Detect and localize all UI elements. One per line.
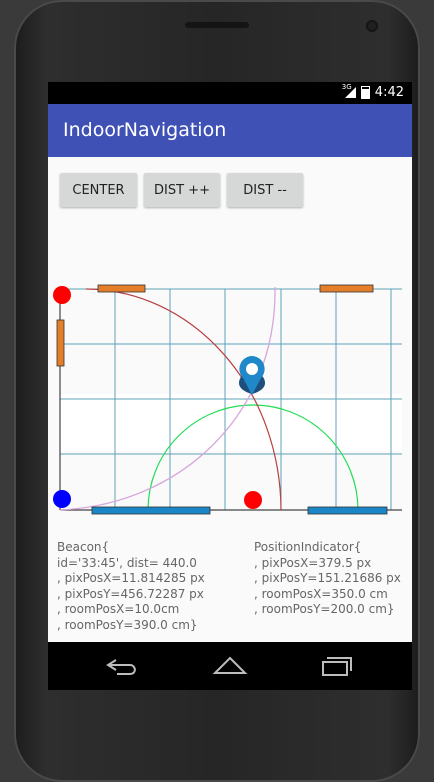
beacon-info: Beacon{ id='33:45', dist= 440.0 , pixPos… bbox=[57, 540, 205, 633]
signal-icon: 3G bbox=[342, 83, 356, 98]
recents-icon[interactable] bbox=[316, 654, 356, 678]
app-title: IndoorNavigation bbox=[63, 119, 227, 141]
dist-plus-button[interactable]: DIST ++ bbox=[144, 173, 220, 207]
beacon-info-line: , pixPosY=456.72287 px bbox=[57, 586, 204, 601]
position-info-line: PositionIndicator{ bbox=[254, 540, 362, 554]
navigation-bar bbox=[48, 642, 412, 690]
earpiece-speaker bbox=[185, 22, 249, 28]
dist-minus-button[interactable]: DIST -- bbox=[227, 173, 303, 207]
wall-segment-left bbox=[56, 319, 65, 367]
wall-segment-top-left bbox=[97, 284, 146, 293]
room-map[interactable] bbox=[48, 277, 412, 522]
position-info-line: , roomPosX=350.0 cm bbox=[254, 586, 388, 601]
back-icon[interactable] bbox=[103, 654, 143, 678]
beacon-top-left[interactable] bbox=[53, 286, 71, 304]
network-type: 3G bbox=[341, 83, 352, 91]
position-info-line: , pixPosX=379.5 px bbox=[254, 555, 372, 570]
beacon-info-line: , pixPosX=11.814285 px bbox=[57, 571, 205, 585]
beacon-info-line: Beacon{ bbox=[57, 540, 110, 554]
beacon-bottom-center[interactable] bbox=[244, 491, 262, 509]
room-highlight-band bbox=[60, 394, 402, 451]
beacon-bottom-left[interactable] bbox=[53, 490, 71, 508]
position-info-line: , pixPosY=151.21686 px bbox=[254, 571, 401, 585]
beacon-info-line: id='33:45', dist= 440.0 bbox=[57, 555, 197, 570]
wall-segment-top-right bbox=[319, 284, 374, 293]
battery-icon bbox=[360, 86, 370, 99]
room-grid bbox=[60, 288, 402, 511]
beacon-info-line: , roomPosX=10.0cm bbox=[57, 602, 180, 616]
center-button[interactable]: CENTER bbox=[60, 173, 137, 207]
screen: 3G 4:42 IndoorNavigation CENTER DIST ++ … bbox=[48, 82, 412, 690]
beacon-info-line: , roomPosY=390.0 cm} bbox=[57, 617, 198, 632]
status-bar: 3G 4:42 bbox=[48, 82, 412, 104]
location-pin-icon[interactable] bbox=[239, 356, 265, 395]
app-bar: IndoorNavigation bbox=[48, 104, 412, 157]
front-camera bbox=[366, 20, 378, 32]
status-time: 4:42 bbox=[374, 85, 404, 100]
wall-segment-bottom-left bbox=[91, 506, 211, 515]
position-info-line: , roomPosY=200.0 cm} bbox=[254, 602, 395, 616]
wall-segment-bottom-right bbox=[307, 506, 388, 515]
home-icon[interactable] bbox=[210, 654, 250, 678]
position-info: PositionIndicator{ , pixPosX=379.5 px , … bbox=[254, 540, 401, 618]
phone-frame: 3G 4:42 IndoorNavigation CENTER DIST ++ … bbox=[14, 0, 420, 782]
